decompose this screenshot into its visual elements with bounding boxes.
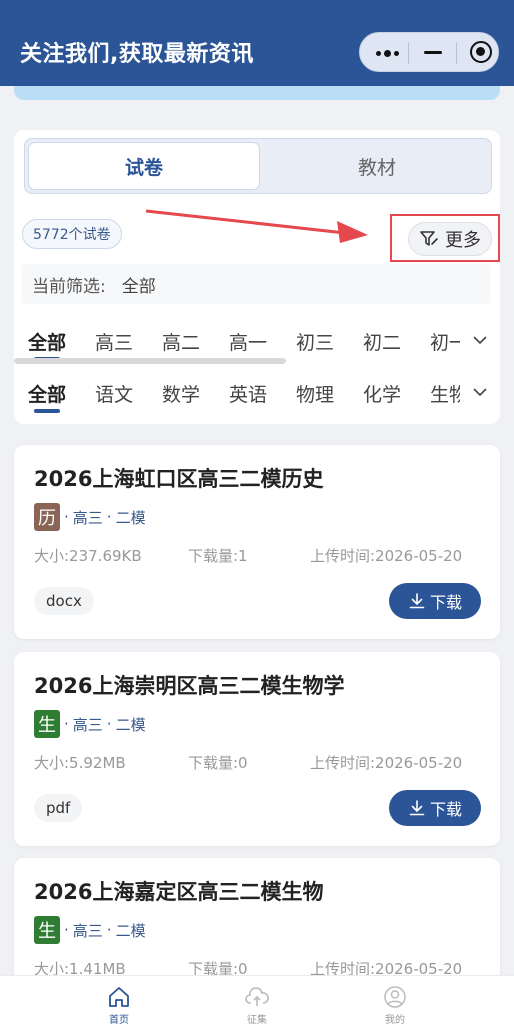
exam-label: 二模 — [115, 508, 146, 527]
paper-meta: 历 · 高三 · 二模 — [34, 503, 146, 531]
more-filters-button[interactable]: 更多 — [408, 222, 492, 256]
download-count: 下载量:1 — [188, 547, 248, 565]
capsule-divider — [456, 42, 457, 64]
more-filters-label: 更多 — [445, 230, 481, 251]
nav-collect[interactable]: 征集 — [227, 986, 287, 1026]
grade-option[interactable]: 高一 — [229, 328, 267, 355]
current-filter-value: 全部 — [121, 276, 156, 297]
subject-option[interactable]: 全部 — [28, 380, 66, 407]
paper-meta: 生 · 高三 · 二模 — [34, 916, 146, 944]
paper-card[interactable]: 2026上海崇明区高三二模生物学 生 · 高三 · 二模 大小:5.92MB 下… — [14, 652, 500, 846]
nav-home[interactable]: 首页 — [89, 986, 149, 1026]
file-type-tag: pdf — [34, 794, 83, 822]
download-button[interactable]: 下载 — [389, 790, 481, 826]
grade-label: 高三 — [72, 715, 103, 734]
upload-time: 上传时间:2026-05-20 — [310, 547, 463, 565]
exam-label: 二模 — [115, 715, 146, 734]
paper-title[interactable]: 2026上海嘉定区高三二模生物 — [34, 876, 323, 906]
page-title: 关注我们,获取最新资讯 — [20, 42, 254, 67]
grade-option[interactable]: 高三 — [95, 328, 133, 355]
active-indicator — [34, 409, 60, 413]
grade-option[interactable]: 初二 — [363, 328, 401, 355]
nav-label: 首页 — [109, 1015, 129, 1026]
banner[interactable] — [14, 86, 500, 100]
tab-textbooks[interactable]: 教材 — [261, 142, 493, 190]
grade-label: 高三 — [72, 921, 103, 940]
subject-option[interactable]: 物理 — [296, 380, 334, 407]
current-filter-bar: 当前筛选: 全部 — [22, 264, 490, 304]
subject-option[interactable]: 化学 — [363, 380, 401, 407]
subject-option[interactable]: 数学 — [162, 380, 200, 407]
paper-meta: 生 · 高三 · 二模 — [34, 710, 146, 738]
subject-icon: 历 — [34, 503, 60, 531]
upload-time: 上传时间:2026-05-20 — [310, 754, 463, 772]
subject-icon: 生 — [34, 710, 60, 738]
more-menu-icon[interactable] — [376, 50, 399, 57]
result-count-badge: 5772个试卷 — [22, 219, 122, 249]
subject-option[interactable]: 生物 — [430, 380, 460, 407]
paper-title[interactable]: 2026上海崇明区高三二模生物学 — [34, 670, 344, 700]
annotation-arrow — [145, 209, 368, 243]
file-size: 大小:5.92MB — [34, 754, 126, 772]
tab-papers[interactable]: 试卷 — [28, 142, 260, 190]
app-header: 关注我们,获取最新资讯 — [0, 0, 514, 86]
file-size: 大小:237.69KB — [34, 547, 142, 565]
nav-label: 征集 — [247, 1015, 267, 1026]
file-type-tag: docx — [34, 587, 94, 615]
capsule-divider — [408, 42, 409, 64]
cloud-upload-icon — [245, 987, 269, 1006]
minimize-icon[interactable] — [424, 51, 442, 54]
subject-option[interactable]: 英语 — [229, 380, 267, 407]
close-target-icon[interactable] — [470, 41, 492, 63]
grade-option[interactable]: 初一 — [430, 328, 460, 355]
current-filter-label: 当前筛选: — [32, 276, 106, 297]
subject-option[interactable]: 语文 — [95, 380, 133, 407]
home-icon — [109, 987, 129, 1007]
nav-profile[interactable]: 我的 — [365, 986, 425, 1026]
filter-edit-icon — [420, 231, 438, 246]
download-icon — [409, 593, 425, 609]
download-icon — [409, 800, 425, 816]
paper-title[interactable]: 2026上海虹口区高三二模历史 — [34, 463, 323, 493]
grade-option[interactable]: 高二 — [162, 328, 200, 355]
download-button[interactable]: 下载 — [389, 583, 481, 619]
grade-option[interactable]: 全部 — [28, 328, 66, 355]
exam-label: 二模 — [115, 921, 146, 940]
highlight-box: 更多 — [390, 214, 500, 262]
grade-option[interactable]: 初三 — [296, 328, 334, 355]
nav-label: 我的 — [385, 1015, 405, 1026]
category-tabs: 试卷 教材 — [24, 138, 492, 194]
subject-icon: 生 — [34, 916, 60, 944]
subject-filter-row: 全部 语文 数学 英语 物理 化学 生物 — [14, 380, 500, 420]
horizontal-scrollbar[interactable] — [14, 358, 286, 364]
mini-program-capsule — [359, 32, 499, 72]
bottom-nav: 首页 征集 我的 — [0, 975, 514, 1031]
grade-label: 高三 — [72, 508, 103, 527]
chevron-down-icon[interactable] — [472, 332, 488, 348]
paper-card[interactable]: 2026上海虹口区高三二模历史 历 · 高三 · 二模 大小:237.69KB … — [14, 445, 500, 639]
paper-card[interactable]: 2026上海嘉定区高三二模生物 生 · 高三 · 二模 大小:1.41MB 下载… — [14, 858, 500, 988]
filter-card: 试卷 教材 5772个试卷 更多 当前筛选: 全部 全部 高三 高二 高一 初三… — [14, 130, 500, 424]
download-count: 下载量:0 — [188, 754, 248, 772]
chevron-down-icon[interactable] — [472, 384, 488, 400]
user-icon — [384, 986, 406, 1008]
